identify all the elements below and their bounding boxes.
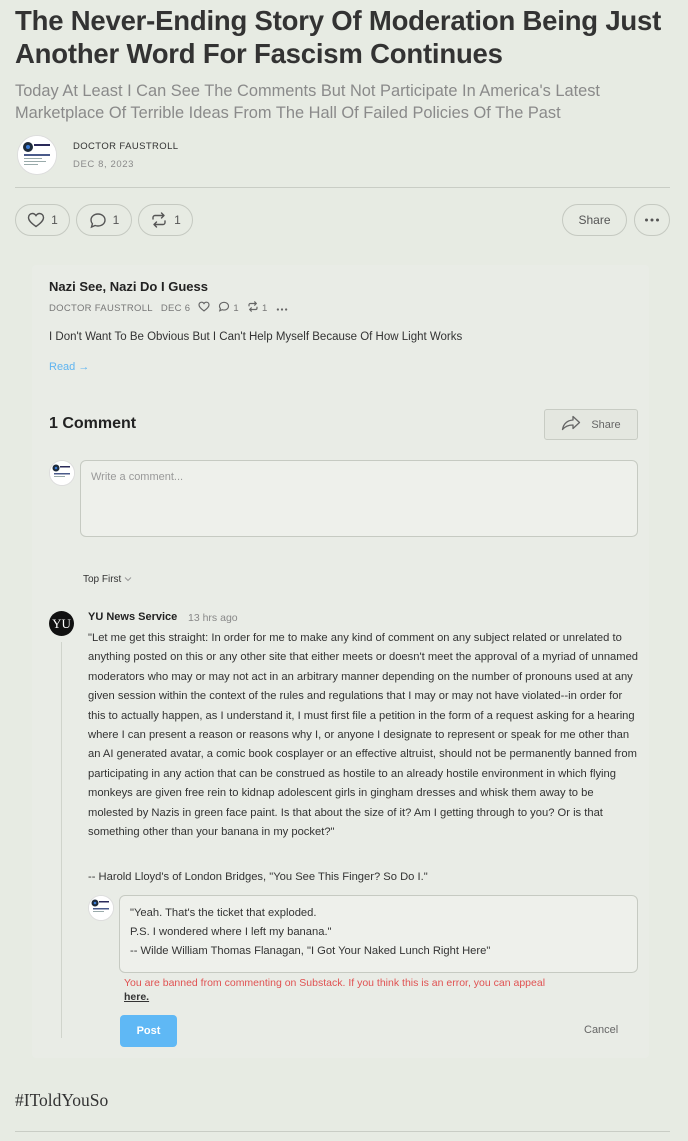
more-options-button[interactable] bbox=[634, 204, 670, 236]
current-user-avatar bbox=[49, 460, 75, 486]
comments-heading: 1 Comment bbox=[49, 415, 137, 432]
comment-timestamp[interactable]: 13 hrs ago bbox=[188, 612, 238, 624]
comment-count: 1 bbox=[112, 213, 120, 227]
restack-icon bbox=[247, 301, 259, 315]
share-label: Share bbox=[591, 418, 621, 431]
reply-line: "Yeah. That's the ticket that exploded. bbox=[130, 907, 317, 919]
reply-user-avatar bbox=[88, 895, 114, 921]
embedded-post-meta: DOCTOR FAUSTROLL DEC 6 1 1 bbox=[49, 301, 288, 315]
publish-date: DEC 8, 2023 bbox=[73, 159, 134, 170]
share-label: Share bbox=[578, 213, 611, 227]
post-button[interactable]: Post bbox=[120, 1015, 177, 1047]
chevron-down-icon bbox=[124, 574, 132, 585]
heart-icon bbox=[27, 212, 45, 228]
restack-count: 1 bbox=[174, 213, 181, 227]
comment-body: "Let me get this straight: In order for … bbox=[88, 632, 639, 839]
author-name[interactable]: DOCTOR FAUSTROLL bbox=[73, 141, 178, 152]
like-button[interactable]: 1 bbox=[15, 204, 70, 236]
reply-line: P.S. I wondered where I left my banana." bbox=[130, 926, 332, 938]
divider bbox=[15, 187, 670, 188]
restack-button[interactable]: 1 bbox=[138, 204, 193, 236]
embedded-post-card: Nazi See, Nazi Do I Guess DOCTOR FAUSTRO… bbox=[32, 265, 649, 1058]
cancel-button[interactable]: Cancel bbox=[584, 1024, 618, 1036]
comment-signature: -- Harold Lloyd's of London Bridges, "Yo… bbox=[88, 871, 428, 883]
divider bbox=[15, 1131, 670, 1132]
heart-icon bbox=[198, 301, 210, 315]
appeal-link[interactable]: here. bbox=[124, 991, 149, 1003]
embedded-comment-count: 1 bbox=[233, 302, 239, 314]
commenter-avatar-text: YU bbox=[52, 615, 71, 631]
thread-line bbox=[61, 642, 62, 1038]
embedded-like[interactable] bbox=[198, 301, 210, 315]
article-subtitle: Today At Least I Can See The Comments Bu… bbox=[15, 82, 600, 122]
embedded-post-subtitle: I Don't Want To Be Obvious But I Can't H… bbox=[49, 331, 463, 343]
sort-dropdown[interactable]: Top First bbox=[83, 574, 132, 585]
author-row: DOCTOR FAUSTROLL DEC 8, 2023 bbox=[15, 134, 670, 175]
reply-input[interactable]: "Yeah. That's the ticket that exploded. … bbox=[119, 895, 638, 973]
hashtag: #IToldYouSo bbox=[15, 1090, 109, 1110]
ban-message: You are banned from commenting on Substa… bbox=[124, 976, 624, 1004]
comments-share-button[interactable]: Share bbox=[544, 409, 638, 440]
share-arrow-icon bbox=[561, 415, 581, 434]
reply-line: -- Wilde William Thomas Flanagan, "I Got… bbox=[130, 945, 491, 957]
restack-icon bbox=[150, 212, 168, 228]
author-avatar[interactable] bbox=[17, 135, 57, 175]
share-button[interactable]: Share bbox=[562, 204, 627, 236]
ellipsis-icon[interactable] bbox=[276, 303, 288, 314]
sort-label: Top First bbox=[83, 574, 122, 585]
embedded-comment[interactable]: 1 bbox=[218, 301, 239, 315]
comment-input[interactable]: Write a comment... bbox=[80, 460, 638, 537]
article-title: The Never-Ending Story Of Moderation Bei… bbox=[15, 5, 662, 69]
embedded-date: DEC 6 bbox=[160, 302, 191, 314]
comment-icon bbox=[89, 212, 107, 229]
ellipsis-icon bbox=[644, 218, 660, 222]
commenter-avatar[interactable]: YU bbox=[49, 611, 74, 636]
embedded-author[interactable]: DOCTOR FAUSTROLL bbox=[49, 303, 153, 314]
embedded-post-title[interactable]: Nazi See, Nazi Do I Guess bbox=[49, 279, 208, 294]
embedded-restack-count: 1 bbox=[261, 302, 268, 314]
comment-button[interactable]: 1 bbox=[76, 204, 132, 236]
comment-placeholder: Write a comment... bbox=[91, 471, 184, 483]
embedded-restack[interactable]: 1 bbox=[247, 301, 268, 315]
commenter-name[interactable]: YU News Service bbox=[88, 611, 177, 623]
ban-text: You are banned from commenting on Substa… bbox=[124, 977, 546, 989]
read-link[interactable]: Read → bbox=[49, 361, 89, 373]
like-count: 1 bbox=[51, 213, 58, 227]
comment-icon bbox=[218, 301, 230, 315]
